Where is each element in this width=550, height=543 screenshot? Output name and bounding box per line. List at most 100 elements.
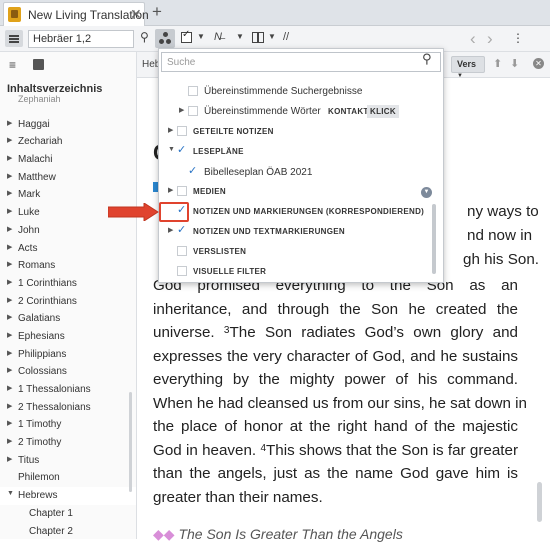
sidebar-item[interactable]: ▶ Zechariah [0,133,136,151]
checkbox-view-button[interactable] [181,29,192,43]
expand-closed-icon[interactable]: ▶ [179,106,184,114]
checkbox-unchecked[interactable] [177,266,187,276]
layout-columns-button[interactable] [252,32,264,43]
sidebar-item[interactable]: ▶ Ephesians [0,328,136,346]
expand-closed-icon[interactable]: ▶ [7,119,12,127]
sidebar-item[interactable]: ▶ Colossians [0,363,136,381]
checkbox-unchecked[interactable] [177,126,187,136]
expand-closed-icon[interactable]: ▶ [7,419,12,427]
arrow-up-icon[interactable]: ⬆ [493,57,502,70]
filter-option[interactable]: Bibelleseplan ÖAB 2021 [159,162,429,182]
expand-open-icon[interactable]: ▼ [7,490,14,497]
sidebar-item[interactable]: ▶ Galatians [0,310,136,328]
expand-closed-icon[interactable]: ▶ [7,384,12,392]
sidebar-item[interactable]: ▶ Haggai [0,116,136,134]
sidebar-item[interactable]: ▶ Malachi [0,151,136,169]
scroll-down-icon[interactable]: ▼ [421,187,432,198]
arrow-down-icon[interactable]: ⬇ [510,57,519,70]
pages-icon[interactable] [33,59,44,70]
tab-new-living-translation[interactable]: New Living Translation ✕ [3,2,149,26]
kebab-menu-icon[interactable]: ⋮ [512,31,524,45]
sidebar-item[interactable]: ▼ Hebrews [0,487,136,505]
expand-closed-icon[interactable]: ▶ [7,225,12,233]
sidebar-item[interactable]: ▶ 2 Timothy [0,434,136,452]
sidebar-item[interactable]: ▶ John [0,222,136,240]
checkbox-unchecked[interactable] [188,86,198,96]
chevron-down-icon[interactable]: ▼ [236,32,244,41]
expand-closed-icon[interactable]: ▶ [168,226,173,234]
main-scrollbar[interactable] [537,482,542,522]
checkbox-unchecked[interactable] [188,106,198,116]
expand-closed-icon[interactable]: ▶ [7,366,12,374]
parallel-slashes-icon[interactable]: // [283,31,289,43]
sidebar-item[interactable]: Zephaniah [0,94,136,116]
checkbox-unchecked[interactable] [177,186,187,196]
sidebar-item[interactable]: ▶ Acts [0,240,136,258]
chevron-down-icon[interactable]: ▼ [197,32,205,41]
dropdown-scrollbar[interactable] [432,204,436,274]
chevron-down-icon[interactable]: ▼ [268,32,276,41]
expand-closed-icon[interactable]: ▶ [7,313,12,321]
checkbox-unchecked[interactable] [177,246,187,256]
tab-close-icon[interactable]: ✕ [130,6,142,23]
expand-closed-icon[interactable]: ▶ [7,189,12,197]
interlinear-icon[interactable]: N̶ [214,31,222,43]
expand-closed-icon[interactable]: ▶ [7,402,12,410]
expand-closed-icon[interactable]: ▶ [7,278,12,286]
filter-option[interactable]: ▶ Übereinstimmende Wörter KONTAKT KLICK [159,101,429,121]
expand-closed-icon[interactable]: ▶ [7,260,12,268]
filter-option[interactable]: NOTIZEN UND MARKIERUNGEN (KORRESPONDIERE… [159,201,429,221]
expand-closed-icon[interactable]: ▶ [168,126,173,134]
search-icon[interactable]: ⚲ [140,30,149,44]
reference-input[interactable] [28,30,134,48]
sidebar-item[interactable]: ▶ Mark [0,186,136,204]
expand-closed-icon[interactable]: ▶ [7,296,12,304]
sidebar-item[interactable]: ▶ 2 Thessalonians [0,399,136,417]
hamburger-menu-button[interactable] [5,30,23,47]
forward-arrow-icon[interactable]: › [487,29,493,49]
sidebar-scrollbar[interactable] [129,392,132,492]
verse-dropdown-button[interactable]: Vers ▼ [451,56,485,79]
expand-closed-icon[interactable]: ▶ [7,349,12,357]
close-panel-icon[interactable]: ✕ [533,58,544,69]
filter-option[interactable]: ▶ NOTIZEN UND TEXTMARKIERUNGEN [159,221,429,241]
filter-option[interactable]: ▶ GETEILTE NOTIZEN [159,121,429,141]
checkbox-checked[interactable] [177,143,187,156]
filter-option[interactable]: Übereinstimmende Suchergebnisse [159,81,429,101]
filter-option[interactable]: ▶ MEDIEN [159,181,429,201]
back-arrow-icon[interactable]: ‹ [470,29,476,49]
verse-number[interactable]: 3 [224,325,230,336]
expand-closed-icon[interactable]: ▶ [7,331,12,339]
sidebar-item[interactable]: ▶ 1 Corinthians [0,275,136,293]
sidebar-item[interactable]: ▶ 2 Corinthians [0,293,136,311]
filter-option[interactable]: VISUELLE FILTER [159,261,429,281]
expand-closed-icon[interactable]: ▶ [7,207,12,215]
sidebar-item[interactable]: Philemon [0,469,136,487]
sidebar-item[interactable]: ▶ Matthew [0,169,136,187]
filter-search-input[interactable]: Suche [161,52,441,72]
checkbox-checked[interactable] [177,223,187,236]
sidebar-item[interactable]: Chapter 2 [0,523,136,540]
sidebar-item[interactable]: ▶ 1 Thessalonians [0,381,136,399]
filter-tag[interactable]: KLICK [367,105,399,118]
expand-closed-icon[interactable]: ▶ [7,437,12,445]
filter-option[interactable]: ▼ LESEPLÄNE [159,141,429,161]
sidebar-item[interactable]: ▶ Romans [0,257,136,275]
sidebar-item[interactable]: ▶ Titus [0,452,136,470]
sidebar-item[interactable]: ▶ Philippians [0,346,136,364]
expand-closed-icon[interactable]: ▶ [7,172,12,180]
add-tab-button[interactable]: + [152,3,162,21]
list-view-icon[interactable]: ≡ [9,58,16,72]
visual-filter-button[interactable] [155,29,175,48]
checkbox-checked[interactable] [188,164,198,177]
sidebar-item[interactable]: ▶ 1 Timothy [0,416,136,434]
filter-option[interactable]: VERSLISTEN [159,241,429,261]
filter-tag[interactable]: KONTAKT [325,105,372,118]
expand-closed-icon[interactable]: ▶ [7,455,12,463]
verse-number[interactable]: 4 [260,443,266,454]
expand-closed-icon[interactable]: ▶ [7,243,12,251]
expand-closed-icon[interactable]: ▶ [168,186,173,194]
expand-open-icon[interactable]: ▼ [168,146,175,153]
expand-closed-icon[interactable]: ▶ [7,154,12,162]
expand-closed-icon[interactable]: ▶ [7,136,12,144]
